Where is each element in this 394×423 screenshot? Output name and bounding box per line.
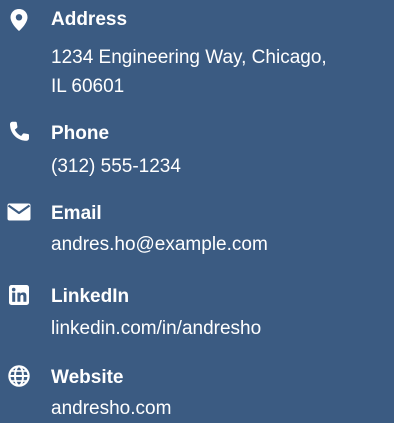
phone-icon	[7, 120, 31, 144]
contact-list: Address 1234 Engineering Way, Chicago, I…	[0, 0, 394, 421]
linkedin-link[interactable]: linkedin.com/in/andresho	[51, 314, 391, 343]
website-label: Website	[51, 367, 124, 388]
phone-link[interactable]: (312) 555-1234	[51, 152, 391, 181]
email-link[interactable]: andres.ho@example.com	[51, 230, 391, 259]
address-line-2: IL 60601	[51, 76, 125, 97]
globe-icon	[7, 364, 31, 388]
linkedin-label: LinkedIn	[51, 286, 130, 307]
address-label: Address	[51, 9, 128, 30]
envelope-icon	[7, 200, 31, 224]
phone-label: Phone	[51, 123, 110, 144]
map-pin-icon	[7, 8, 31, 32]
website-link[interactable]: andresho.com	[51, 394, 391, 423]
email-label: Email	[51, 203, 102, 224]
linkedin-icon	[7, 283, 31, 307]
address-line-1: 1234 Engineering Way, Chicago,	[51, 47, 327, 68]
